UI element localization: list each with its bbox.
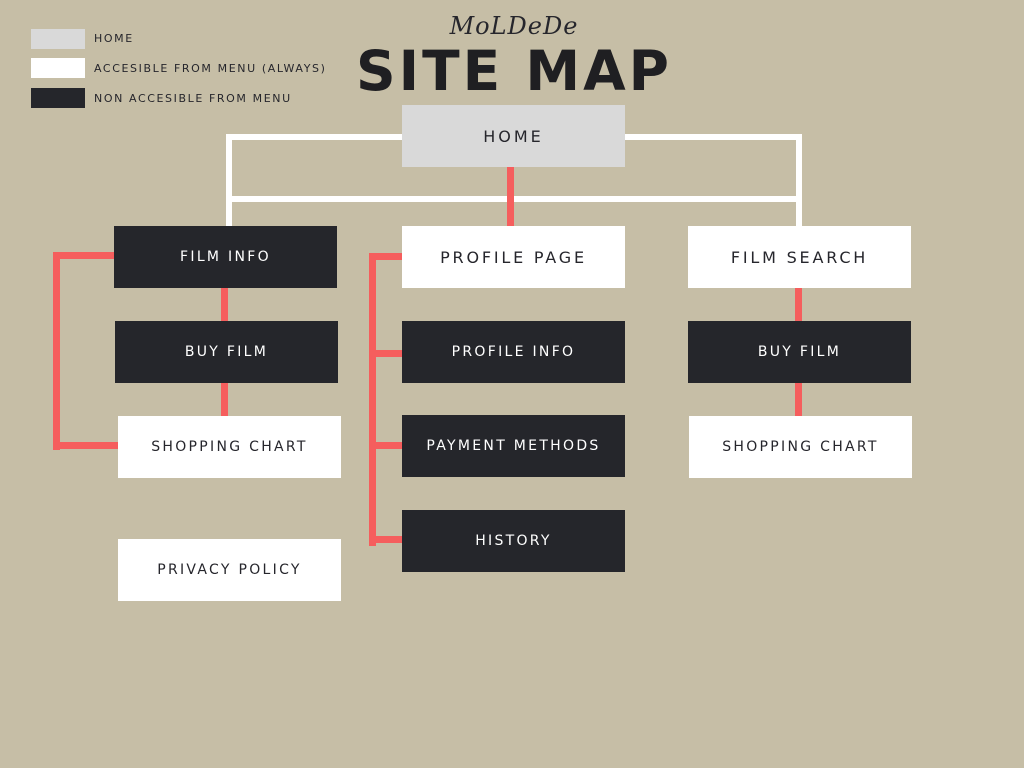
connector-left-loop-vertical xyxy=(53,252,60,450)
node-buy-film-right: BUY FILM xyxy=(688,321,911,383)
connector-buyfilm-shoppingchart-right xyxy=(795,382,802,417)
connector-home-left xyxy=(226,134,404,140)
connector-right-vertical xyxy=(796,134,802,228)
connector-profile-vertical xyxy=(369,253,376,546)
node-film-info: FILM INFO xyxy=(114,226,337,288)
node-buy-film-left: BUY FILM xyxy=(115,321,338,383)
node-shopping-chart-left: SHOPPING CHART xyxy=(118,416,341,478)
node-payment-methods: PAYMENT METHODS xyxy=(402,415,625,477)
connector-profile-info-stub xyxy=(369,350,403,357)
connector-home-down xyxy=(507,166,514,228)
node-privacy-policy: PRIVACY POLICY xyxy=(118,539,341,601)
connector-filminfo-buyfilm xyxy=(221,287,228,322)
connector-left-loop-top xyxy=(53,252,115,259)
node-home: HOME xyxy=(402,105,625,167)
connector-horizontal-bar xyxy=(229,196,799,202)
connector-buyfilm-shoppingchart xyxy=(221,382,228,417)
node-history: HISTORY xyxy=(402,510,625,572)
connector-left-loop-bottom xyxy=(53,442,119,449)
node-film-search: FILM SEARCH xyxy=(688,226,911,288)
connector-profile-page-stub xyxy=(369,253,403,260)
brand-name: MoLDeDe xyxy=(449,12,579,40)
connector-home-right xyxy=(624,134,802,140)
node-profile-page: PROFILE PAGE xyxy=(402,226,625,288)
connector-history-stub xyxy=(369,536,403,543)
node-profile-info: PROFILE INFO xyxy=(402,321,625,383)
connector-payment-methods-stub xyxy=(369,442,403,449)
page-title: SITE MAP xyxy=(356,39,672,103)
connector-left-vertical xyxy=(226,134,232,228)
connector-filmsearch-buyfilm xyxy=(795,287,802,322)
node-shopping-chart-right: SHOPPING CHART xyxy=(689,416,912,478)
